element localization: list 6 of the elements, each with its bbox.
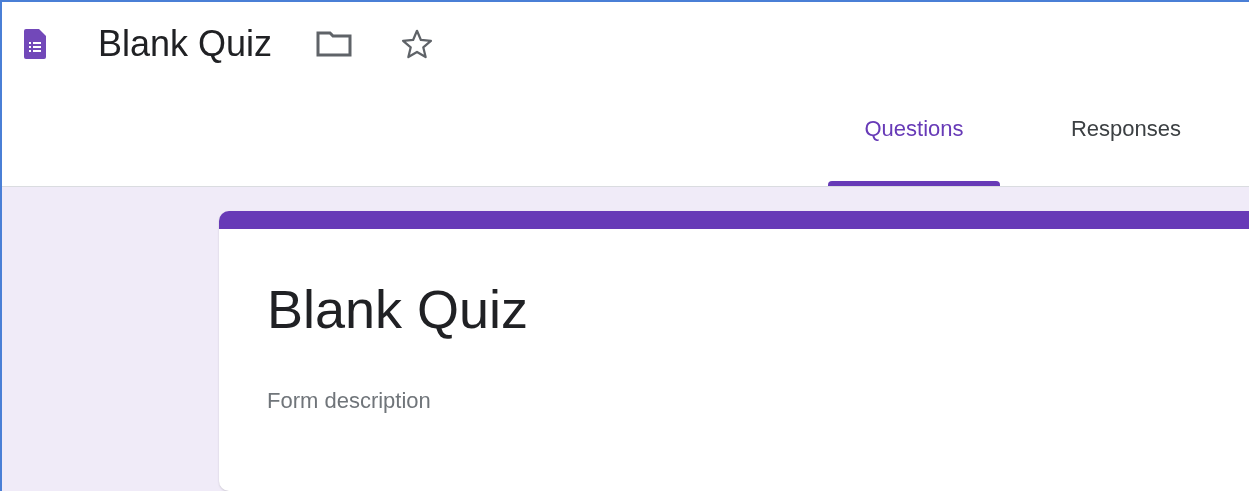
folder-icon[interactable] xyxy=(316,30,353,57)
tab[interactable]: Questions xyxy=(808,96,1020,186)
document-title[interactable]: Blank Quiz xyxy=(98,22,273,66)
tab[interactable]: Responses xyxy=(1020,96,1232,186)
forms-logo-icon[interactable] xyxy=(24,28,46,59)
star-icon[interactable] xyxy=(400,27,435,60)
